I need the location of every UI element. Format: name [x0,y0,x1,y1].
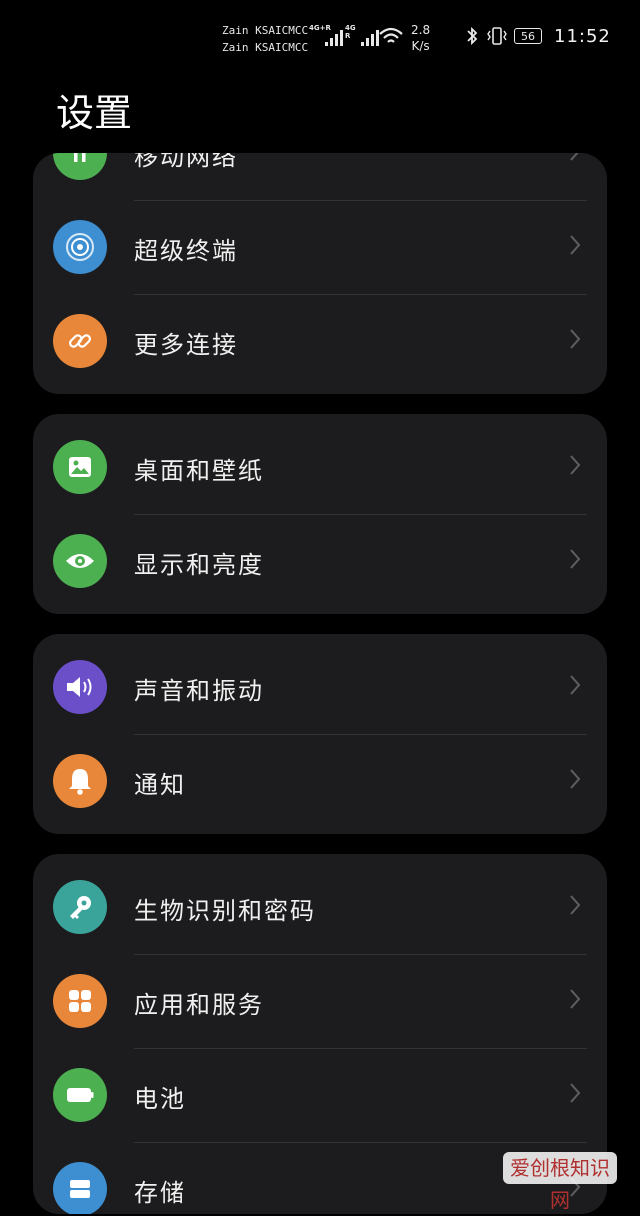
settings-item-label: 存储 [134,1179,186,1207]
key-icon [53,880,107,934]
wifi-icon [379,27,403,43]
settings-item-label: 应用和服务 [134,991,264,1019]
eye-icon [53,534,107,588]
chevron-right-icon [570,989,581,1009]
chevron-right-icon [570,1083,581,1103]
settings-item-label: 电池 [134,1085,186,1113]
settings-item-label: 更多连接 [134,331,238,359]
settings-group-connectivity: 移动网络 超级终端 更多连接 [33,153,607,394]
vibrate-icon [487,27,507,45]
carrier-names: Zain KSAICMCC Zain KSAICMCC [222,22,308,56]
settings-item-display-brightness[interactable]: 显示和亮度 [33,515,607,608]
status-bar: Zain KSAICMCC Zain KSAICMCC 4G+R 4G R 2.… [0,0,640,60]
settings-group-sound: 声音和振动 通知 [33,634,607,834]
page-title: 设置 [56,91,133,135]
settings-item-label: 声音和振动 [134,677,264,705]
battery-icon [53,1068,107,1122]
settings-item-sound-vibration[interactable]: 声音和振动 [33,641,607,734]
settings-item-apps-services[interactable]: 应用和服务 [33,955,607,1048]
chevron-right-icon [570,455,581,475]
signal-icon [53,153,107,180]
carrier-1: Zain KSAICMCC [222,24,309,37]
settings-item-label: 桌面和壁纸 [134,457,264,485]
carrier-2: Zain KSAICMCC [222,41,309,54]
watermark: 爱创根知识网 [503,1152,617,1212]
apps-icon [53,974,107,1028]
settings-group-display: 桌面和壁纸 显示和亮度 [33,414,607,614]
bell-icon [53,754,107,808]
settings-item-mobile-network[interactable]: 移动网络 [33,153,607,200]
chevron-right-icon [570,153,579,161]
network-speed: 2.8 K/s [411,23,431,53]
super-device-icon [53,220,107,274]
status-time: 11:52 [554,26,611,47]
chevron-right-icon [570,329,581,349]
settings-item-super-device[interactable]: 超级终端 [33,201,607,294]
settings-item-label: 超级终端 [134,237,238,265]
settings-item-notifications[interactable]: 通知 [33,735,607,828]
chevron-right-icon [570,549,581,569]
settings-item-label: 移动网络 [134,153,238,171]
settings-item-battery[interactable]: 电池 [33,1049,607,1142]
settings-item-more-connections[interactable]: 更多连接 [33,295,607,388]
battery-indicator: 56 [514,28,542,44]
settings-item-label: 生物识别和密码 [134,897,316,925]
settings-item-wallpaper[interactable]: 桌面和壁纸 [33,421,607,514]
settings-item-label: 通知 [134,771,186,799]
chevron-right-icon [570,675,581,695]
sim2-network-tag: 4G R [345,24,356,40]
wallpaper-icon [53,440,107,494]
chevron-right-icon [570,235,581,255]
bluetooth-icon [467,26,478,46]
settings-item-biometrics-password[interactable]: 生物识别和密码 [33,861,607,954]
chevron-right-icon [570,895,581,915]
settings-item-label: 显示和亮度 [134,551,264,579]
storage-icon [53,1162,107,1214]
chevron-right-icon [570,769,581,789]
link-icon [53,314,107,368]
speaker-icon [53,660,107,714]
